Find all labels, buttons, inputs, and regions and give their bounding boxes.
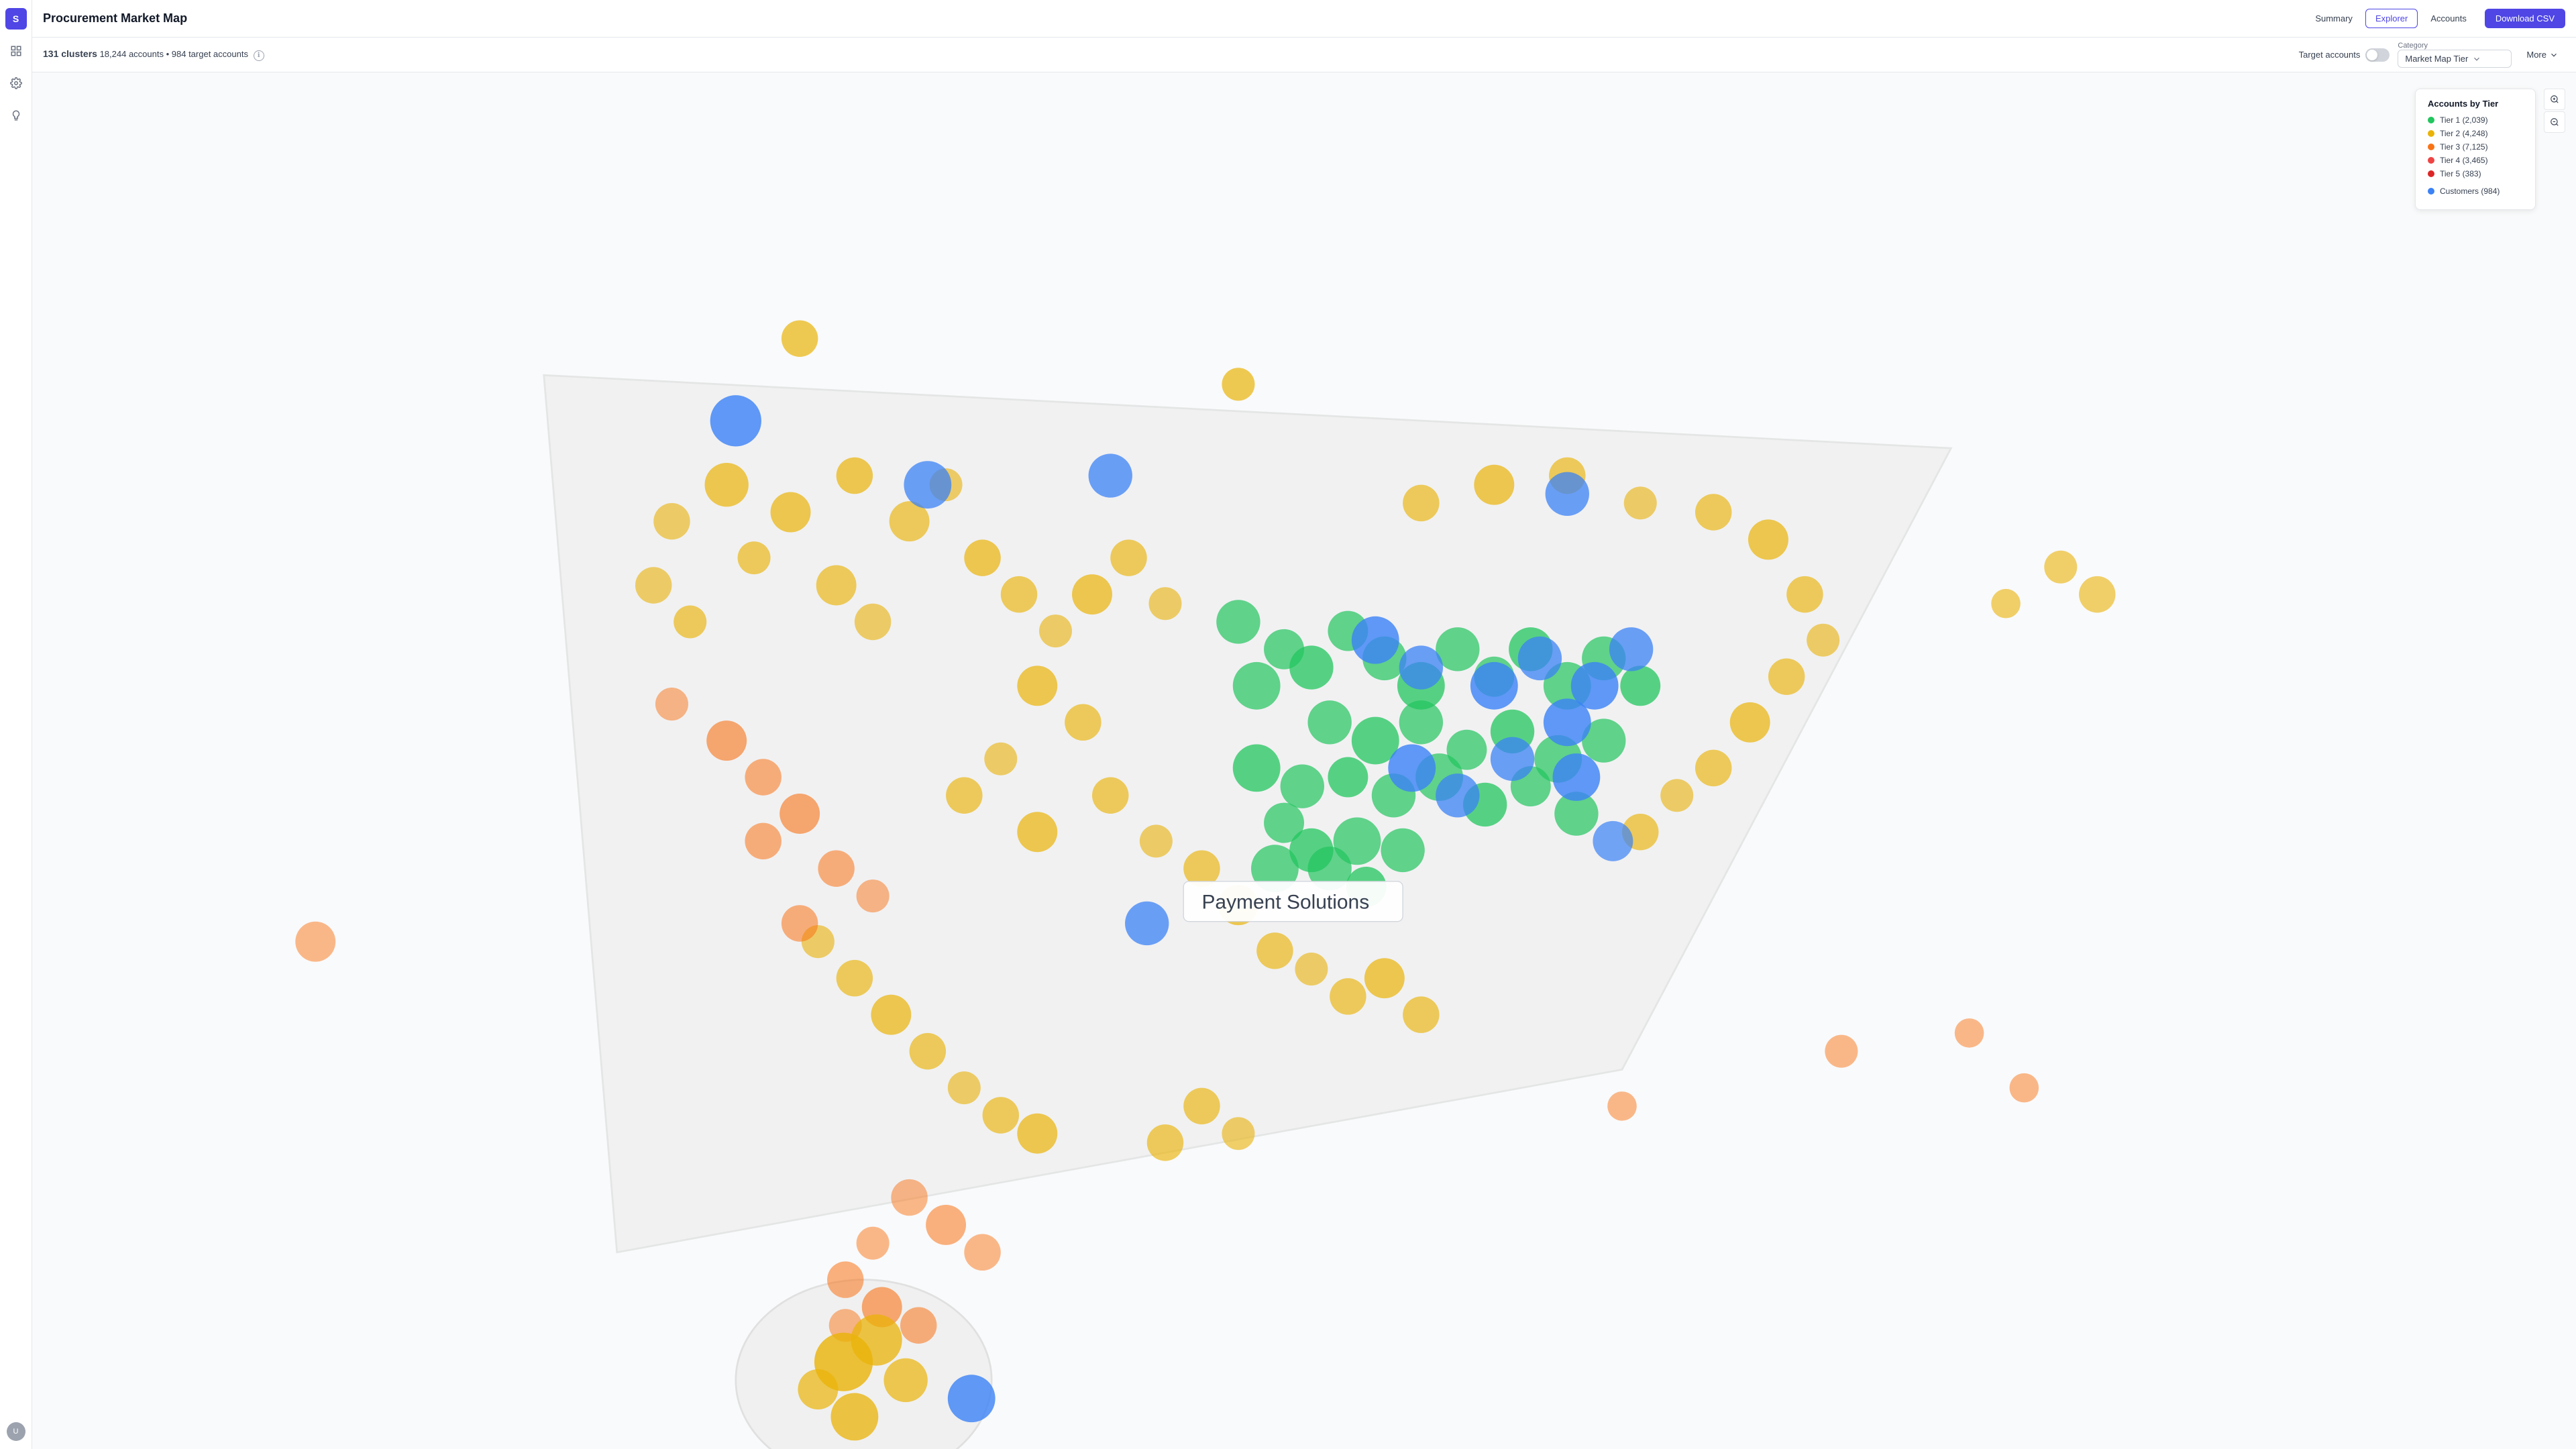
tier5-label: Tier 5 (383) xyxy=(2440,169,2481,178)
toggle-knob xyxy=(2367,50,2377,60)
legend-item-tier2[interactable]: Tier 2 (4,248) xyxy=(2428,129,2523,138)
chevron-down-icon-more xyxy=(2549,50,2559,60)
lightbulb-icon[interactable] xyxy=(5,105,27,126)
tier2-dot xyxy=(2428,130,2434,137)
target-accounts-toggle[interactable]: Target accounts xyxy=(2299,48,2390,62)
legend-item-tier3[interactable]: Tier 3 (7,125) xyxy=(2428,142,2523,152)
category-control: Category Market Map Tier xyxy=(2398,42,2512,68)
tier1-dot xyxy=(2428,117,2434,123)
tier1-label: Tier 1 (2,039) xyxy=(2440,115,2488,125)
zoom-in-button[interactable] xyxy=(2544,89,2565,110)
tier4-label: Tier 4 (3,465) xyxy=(2440,156,2488,165)
accounts-nav-btn[interactable]: Accounts xyxy=(2420,9,2476,28)
legend-item-customers[interactable]: Customers (984) xyxy=(2428,186,2523,196)
user-avatar[interactable]: U xyxy=(7,1422,25,1441)
legend-item-tier4[interactable]: Tier 4 (3,465) xyxy=(2428,156,2523,165)
sub-header: 131 clusters 18,244 accounts • 984 targe… xyxy=(32,38,2576,72)
category-label: Category xyxy=(2398,42,2512,50)
header: Procurement Market Map Summary Explorer … xyxy=(32,0,2576,38)
map-area[interactable]: Payment Solutions Accounts Payable Autom… xyxy=(32,72,2576,1449)
summary-nav-btn[interactable]: Summary xyxy=(2305,9,2363,28)
legend-item-tier1[interactable]: Tier 1 (2,039) xyxy=(2428,115,2523,125)
clusters-count: 131 clusters xyxy=(43,48,97,59)
download-csv-button[interactable]: Download CSV xyxy=(2485,9,2565,28)
payment-solutions-label: Payment Solutions xyxy=(1201,892,1369,914)
page-title: Procurement Market Map xyxy=(43,11,2305,25)
legend-item-tier5[interactable]: Tier 5 (383) xyxy=(2428,169,2523,178)
zoom-out-button[interactable] xyxy=(2544,111,2565,133)
tier5-dot xyxy=(2428,170,2434,177)
customers-label: Customers (984) xyxy=(2440,186,2500,196)
tier2-label: Tier 2 (4,248) xyxy=(2440,129,2488,138)
info-icon[interactable]: ℹ xyxy=(254,50,264,61)
app-logo[interactable]: S xyxy=(5,8,27,30)
zoom-controls xyxy=(2544,89,2565,133)
sidebar: S U xyxy=(0,0,32,1449)
customers-dot xyxy=(2428,188,2434,195)
cluster-info: 131 clusters 18,244 accounts • 984 targe… xyxy=(43,48,264,61)
target-toggle-label: Target accounts xyxy=(2299,50,2361,60)
legend: Accounts by Tier Tier 1 (2,039) Tier 2 (… xyxy=(2415,89,2536,210)
zoom-out-icon xyxy=(2550,117,2559,127)
nav-bar: Summary Explorer Accounts Download CSV xyxy=(2305,9,2565,28)
sub-header-controls: Target accounts Category Market Map Tier… xyxy=(2299,42,2565,68)
accounts-count: 18,244 accounts • 984 target accounts xyxy=(100,49,248,59)
map-svg: Payment Solutions Accounts Payable Autom… xyxy=(32,72,2576,1449)
settings-icon[interactable] xyxy=(5,72,27,94)
more-button[interactable]: More xyxy=(2520,46,2565,63)
tier3-label: Tier 3 (7,125) xyxy=(2440,142,2488,152)
more-label: More xyxy=(2526,50,2546,60)
zoom-in-icon xyxy=(2550,95,2559,104)
tier3-dot xyxy=(2428,144,2434,150)
explorer-nav-btn[interactable]: Explorer xyxy=(2365,9,2418,28)
toggle-switch[interactable] xyxy=(2365,48,2390,62)
tier4-dot xyxy=(2428,157,2434,164)
chevron-down-icon xyxy=(2472,54,2481,64)
legend-title: Accounts by Tier xyxy=(2428,99,2523,109)
grid-icon[interactable] xyxy=(5,40,27,62)
category-value: Market Map Tier xyxy=(2405,54,2468,64)
category-select[interactable]: Market Map Tier xyxy=(2398,50,2512,68)
